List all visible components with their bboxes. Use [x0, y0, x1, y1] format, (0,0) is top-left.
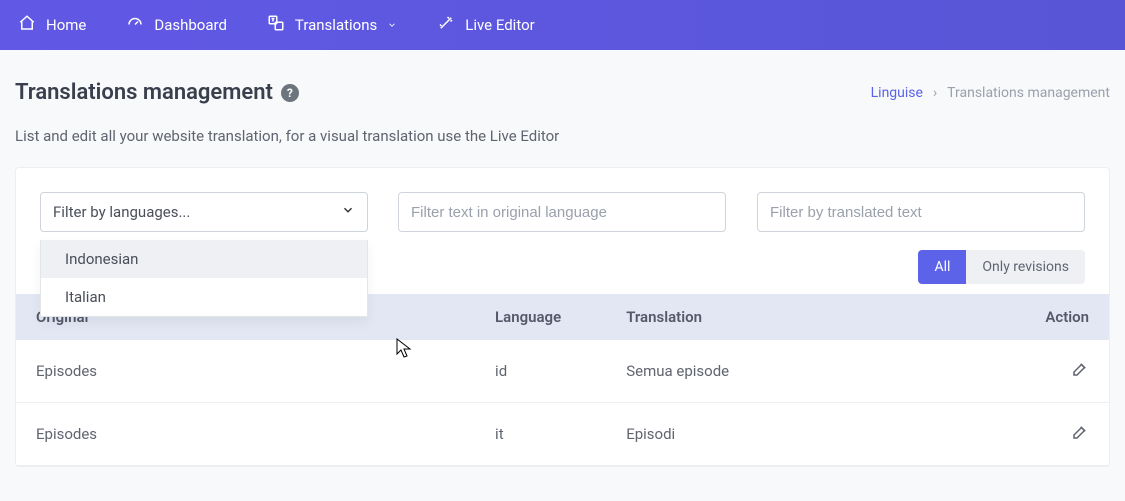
table-row: Episodes it Episodi [16, 403, 1109, 466]
col-translation: Translation [606, 294, 1000, 340]
chevron-down-icon [387, 16, 397, 34]
revision-toggle-group: All Only revisions [918, 250, 1085, 284]
cell-original: Episodes [16, 403, 475, 466]
top-nav: Home Dashboard Translations Live Editor [0, 0, 1125, 50]
language-option-italian[interactable]: Italian [41, 278, 367, 316]
help-icon[interactable]: ? [281, 84, 299, 102]
page-title-wrap: Translations management ? [15, 80, 299, 105]
nav-live-editor-label: Live Editor [465, 16, 534, 34]
cell-translation: Episodi [606, 403, 1000, 466]
nav-translations[interactable]: Translations [267, 14, 397, 36]
nav-live-editor[interactable]: Live Editor [437, 14, 534, 36]
original-text-input[interactable] [411, 204, 713, 221]
breadcrumb-root[interactable]: Linguise [871, 85, 923, 101]
wand-icon [437, 14, 455, 36]
cell-action [1000, 340, 1109, 403]
language-option-indonesian[interactable]: Indonesian [41, 240, 367, 278]
chevron-down-icon [341, 203, 355, 221]
filters-card: Filter by languages... Indonesian Italia… [15, 167, 1110, 467]
nav-home-label: Home [46, 16, 86, 34]
page-description: List and edit all your website translati… [0, 105, 1125, 145]
cell-translation: Semua episode [606, 340, 1000, 403]
nav-dashboard-label: Dashboard [154, 16, 227, 34]
translate-icon [267, 14, 285, 36]
translations-table: Original Language Translation Action Epi… [16, 294, 1109, 466]
table-row: Episodes id Semua episode [16, 340, 1109, 403]
translated-text-input[interactable] [770, 204, 1072, 221]
edit-icon[interactable] [1071, 364, 1089, 382]
cell-language: id [475, 340, 606, 403]
breadcrumb-separator: › [933, 85, 937, 101]
language-filter-select[interactable]: Filter by languages... [40, 192, 368, 232]
translated-text-filter[interactable] [757, 192, 1085, 232]
col-action: Action [1000, 294, 1109, 340]
language-filter-placeholder: Filter by languages... [53, 203, 190, 221]
toggle-only-revisions[interactable]: Only revisions [966, 250, 1085, 284]
filters-row: Filter by languages... [16, 192, 1109, 232]
cell-original: Episodes [16, 340, 475, 403]
home-icon [18, 14, 36, 36]
nav-dashboard[interactable]: Dashboard [126, 14, 227, 36]
nav-translations-label: Translations [295, 16, 377, 34]
toggle-all[interactable]: All [918, 250, 966, 284]
breadcrumb: Linguise › Translations management [871, 85, 1110, 101]
cell-language: it [475, 403, 606, 466]
edit-icon[interactable] [1071, 427, 1089, 445]
gauge-icon [126, 14, 144, 36]
page-header: Translations management ? Linguise › Tra… [0, 50, 1125, 105]
nav-home[interactable]: Home [18, 14, 86, 36]
cell-action [1000, 403, 1109, 466]
col-language: Language [475, 294, 606, 340]
language-dropdown: Indonesian Italian [40, 240, 368, 317]
page-title: Translations management [15, 80, 273, 105]
breadcrumb-current: Translations management [947, 85, 1110, 101]
original-text-filter[interactable] [398, 192, 726, 232]
